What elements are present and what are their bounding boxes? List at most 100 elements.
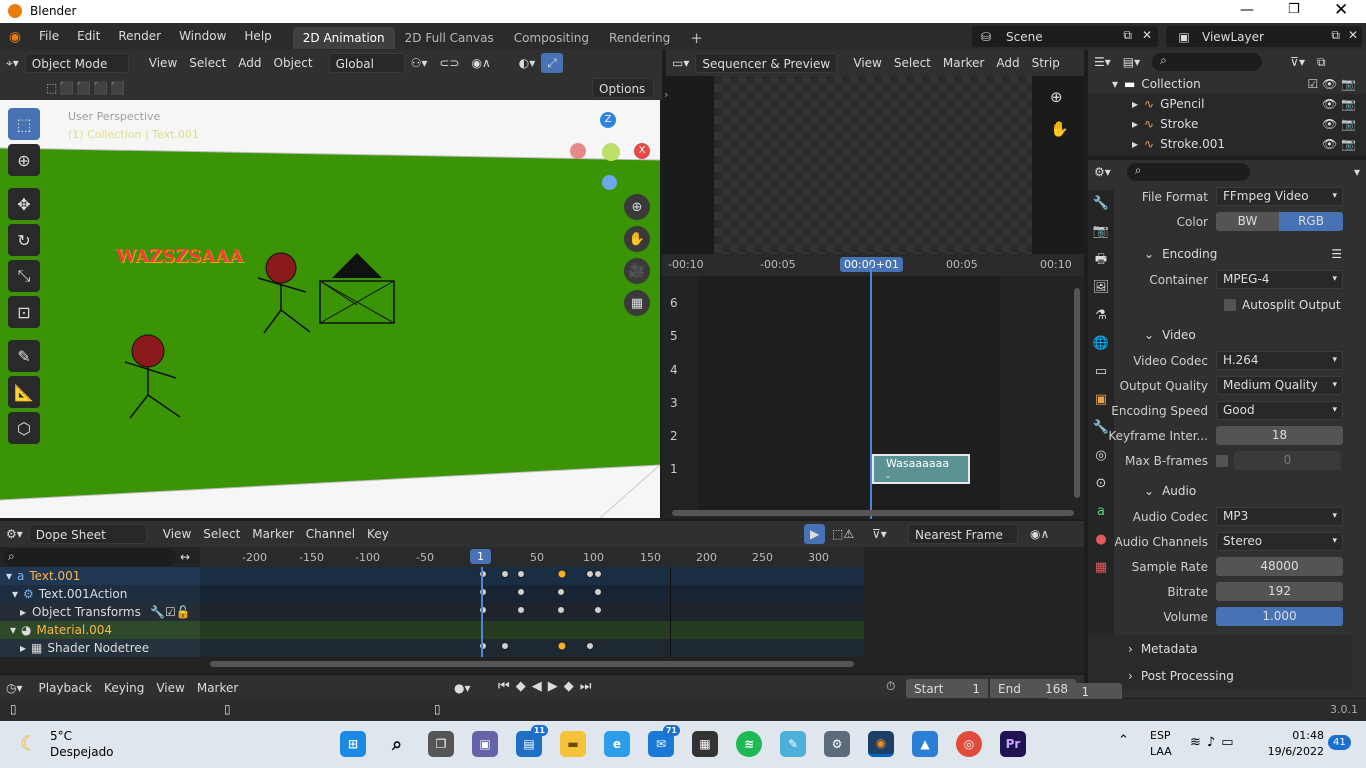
selection-mode-icons[interactable]: ⬚⬛⬛⬛⬛: [46, 81, 127, 95]
menu-playback[interactable]: Playback: [33, 678, 99, 698]
calendar-icon[interactable]: ▦: [692, 731, 718, 757]
dopesheet-mode-dropdown[interactable]: Dope Sheet: [28, 524, 147, 544]
viewlayer-selector[interactable]: ▣ ViewLayer ⧉ ✕: [1166, 26, 1362, 47]
video-codec-dropdown[interactable]: H.264 ▾: [1216, 351, 1343, 370]
text-object[interactable]: WAZSZSAAA: [116, 246, 243, 267]
annotate-icon[interactable]: ✎: [8, 340, 40, 372]
video-section[interactable]: ⌄ Video: [1088, 321, 1352, 348]
orientation-dropdown[interactable]: Global: [328, 53, 405, 73]
display-mode-icon[interactable]: ▤▾: [1117, 52, 1146, 72]
preview-range-icon[interactable]: ⏱: [886, 679, 895, 694]
move-icon[interactable]: ✥: [8, 188, 40, 220]
spotify-icon[interactable]: ≋: [736, 731, 762, 757]
menu-view[interactable]: View: [143, 53, 183, 73]
file-explorer-icon[interactable]: ▬: [560, 731, 586, 757]
minimize-icon[interactable]: —: [1240, 2, 1254, 18]
playback-controls[interactable]: ⏮◆◀▶◆⏭: [498, 679, 597, 694]
cursor-icon[interactable]: ⊕: [8, 144, 40, 176]
blender-task-icon[interactable]: ◉: [868, 731, 894, 757]
list-icon[interactable]: ☰: [1331, 247, 1342, 261]
paint-icon[interactable]: ✎: [780, 731, 806, 757]
object-mode-dropdown[interactable]: Object Mode: [24, 53, 129, 73]
proportional-edit-icon[interactable]: ◉∧: [466, 53, 497, 73]
maximize-icon[interactable]: ❐: [1288, 2, 1300, 17]
horizontal-scrollbar[interactable]: [672, 510, 1074, 516]
clock-time[interactable]: 01:48: [1270, 729, 1324, 742]
gizmo-toggle-icon[interactable]: ⤢: [541, 53, 563, 73]
time-ruler[interactable]: -00:10 -00:05 00:00+01 00:05 00:10: [662, 254, 1084, 276]
sample-rate-field[interactable]: 48000: [1216, 557, 1343, 576]
zoom-icon[interactable]: ⊕: [624, 194, 650, 220]
menu-add[interactable]: Add: [232, 53, 267, 73]
audio-channels-dropdown[interactable]: Stereo ▾: [1216, 532, 1343, 551]
menu-file[interactable]: File: [30, 23, 68, 50]
3d-viewport[interactable]: WAZSZSAAA User Perspective (1) Collectio…: [0, 100, 660, 518]
visibility-icons[interactable]: ☑ 👁 📷: [1307, 77, 1356, 91]
mail-icon[interactable]: ✉ 71: [648, 725, 680, 757]
encoding-section[interactable]: ⌄ Encoding ☰: [1088, 240, 1352, 267]
menu-key[interactable]: Key: [361, 524, 395, 544]
settings-icon[interactable]: ⚙: [824, 731, 850, 757]
gizmo-x-icon[interactable]: X: [634, 143, 650, 159]
editor-type-icon[interactable]: ◷▾: [0, 678, 29, 698]
record-icon[interactable]: ●▾: [448, 678, 477, 698]
collapse-arrow-icon[interactable]: ›: [664, 88, 668, 101]
color-rgb-button[interactable]: RGB: [1279, 212, 1343, 231]
menu-view[interactable]: View: [157, 524, 197, 544]
language-label[interactable]: ESP: [1150, 729, 1171, 742]
only-selected-icon[interactable]: ▶: [804, 524, 826, 544]
sequencer-preview[interactable]: ⊕ ✋ ›: [662, 76, 1084, 254]
keyframe-interval-field[interactable]: 18: [1216, 426, 1343, 445]
new-collection-icon[interactable]: ⧉: [1311, 52, 1332, 72]
menu-select[interactable]: Select: [197, 524, 246, 544]
menu-edit[interactable]: Edit: [68, 23, 109, 50]
outliner-item[interactable]: ▸ ∿ Stroke.001 👁 📷: [1088, 134, 1366, 154]
proportional-icon[interactable]: ◉∧: [1024, 524, 1055, 544]
current-frame-label[interactable]: 1: [470, 549, 491, 564]
expand-icon[interactable]: ▸: [1132, 97, 1138, 111]
snap-icon[interactable]: ⊂⊃: [433, 53, 465, 73]
post-processing-section[interactable]: › Post Processing: [1088, 662, 1352, 689]
menu-marker[interactable]: Marker: [937, 53, 990, 73]
visibility-icons[interactable]: 👁 📷: [1322, 117, 1356, 131]
start-icon[interactable]: ⊞: [340, 731, 366, 757]
filter-icon[interactable]: ⊽▾: [866, 524, 893, 544]
menu-select[interactable]: Select: [888, 53, 937, 73]
transform-icon[interactable]: ⊡: [8, 296, 40, 328]
visibility-icons[interactable]: 👁 📷: [1322, 97, 1356, 111]
menu-select[interactable]: Select: [183, 53, 232, 73]
options-icon[interactable]: ▾: [1348, 162, 1366, 182]
navigation-gizmo[interactable]: Z X: [568, 112, 658, 192]
menu-add[interactable]: Add: [990, 53, 1025, 73]
menu-view[interactable]: View: [150, 678, 190, 698]
dopesheet-search-input[interactable]: ⌕: [4, 548, 176, 566]
menu-channel[interactable]: Channel: [300, 524, 361, 544]
grid-icon[interactable]: ▦: [624, 290, 650, 316]
horizontal-scrollbar[interactable]: [210, 661, 854, 667]
max-bframes-field[interactable]: 0: [1234, 451, 1341, 470]
video-strip[interactable]: Wasaaaaaa -: [872, 454, 970, 484]
pan-hand-icon[interactable]: ✋: [1050, 120, 1069, 138]
metadata-section[interactable]: › Metadata: [1088, 635, 1352, 662]
wifi-volume-battery-icons[interactable]: ≋♪▭: [1190, 735, 1239, 750]
weather-temp[interactable]: 5°C: [50, 729, 72, 743]
moon-weather-icon[interactable]: ☾: [20, 731, 38, 755]
select-box-icon[interactable]: ⬚: [8, 108, 40, 140]
expand-icon[interactable]: ▾: [1112, 77, 1118, 91]
menu-marker[interactable]: Marker: [191, 678, 244, 698]
zoom-icon[interactable]: ⊕: [1050, 88, 1063, 106]
edge-icon[interactable]: e: [604, 731, 630, 757]
end-frame-field[interactable]: End 168: [990, 679, 1076, 698]
gizmo-neg-x-icon[interactable]: [570, 143, 586, 159]
editor-type-icon[interactable]: ⚙▾: [0, 524, 29, 544]
start-frame-field[interactable]: Start 1: [906, 679, 988, 698]
expand-icon[interactable]: ▸: [1132, 117, 1138, 131]
volume-slider[interactable]: 1.000: [1216, 607, 1343, 626]
editor-type-icon[interactable]: ▭▾: [666, 53, 695, 73]
menu-keying[interactable]: Keying: [98, 678, 150, 698]
clock-date[interactable]: 19/6/2022: [1262, 745, 1324, 758]
encoding-speed-dropdown[interactable]: Good ▾: [1216, 401, 1343, 420]
photos-icon[interactable]: ▲: [912, 731, 938, 757]
gizmo-neg-z-icon[interactable]: [602, 175, 617, 190]
properties-search-input[interactable]: ⌕: [1126, 163, 1250, 181]
